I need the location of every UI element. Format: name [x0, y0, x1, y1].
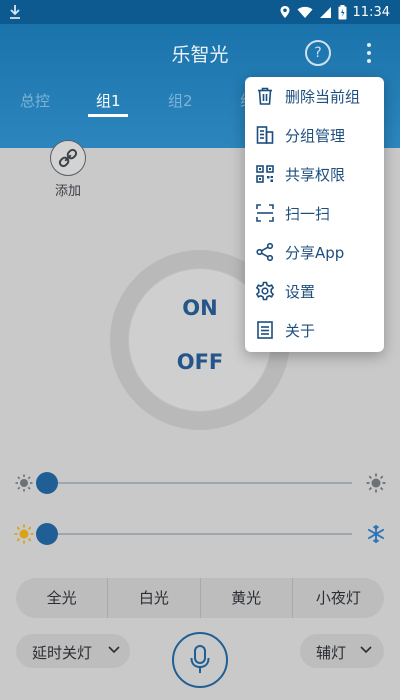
share-icon	[256, 242, 274, 262]
link-icon	[58, 148, 78, 168]
menu-item-share-permission[interactable]: 共享权限	[245, 155, 384, 194]
delay-off-dropdown[interactable]: 延时关灯	[16, 634, 130, 668]
menu-item-group-management[interactable]: 分组管理	[245, 116, 384, 155]
light-mode-selector: 全光 白光 黄光 小夜灯	[16, 578, 384, 618]
power-on-button[interactable]: ON	[160, 296, 240, 320]
warm-sun-icon	[14, 524, 34, 544]
brightness-slider[interactable]	[0, 468, 400, 498]
more-options-icon[interactable]	[362, 40, 376, 66]
menu-item-label: 扫一扫	[285, 205, 331, 223]
signal-icon	[319, 6, 331, 18]
color-temperature-knob[interactable]	[36, 523, 58, 545]
chevron-down-icon	[108, 646, 120, 654]
document-icon	[257, 321, 273, 339]
aux-light-dropdown[interactable]: 辅灯	[300, 634, 384, 668]
brightness-track[interactable]	[40, 482, 352, 484]
add-device-button[interactable]	[50, 140, 86, 176]
brightness-knob[interactable]	[36, 472, 58, 494]
tab-group-1[interactable]: 组1	[96, 90, 121, 111]
battery-icon	[338, 4, 347, 19]
mode-full-light[interactable]: 全光	[16, 578, 109, 618]
qr-code-icon	[256, 165, 274, 183]
menu-item-label: 删除当前组	[285, 88, 361, 106]
brightness-low-icon	[15, 474, 33, 492]
menu-item-scan[interactable]: 扫一扫	[245, 194, 384, 233]
mode-yellow-light[interactable]: 黄光	[201, 578, 293, 618]
menu-item-label: 关于	[285, 322, 316, 340]
scan-icon	[256, 204, 274, 222]
delay-off-label: 延时关灯	[32, 644, 93, 662]
power-off-button[interactable]: OFF	[160, 350, 240, 374]
menu-item-settings[interactable]: 设置	[245, 272, 384, 311]
tab-group-2[interactable]: 组2	[168, 90, 193, 111]
question-icon: ?	[314, 45, 322, 61]
building-icon	[256, 126, 274, 144]
options-menu: 删除当前组 分组管理 共享权限 扫一扫 分享App 设置 关于	[245, 77, 384, 352]
menu-item-label: 共享权限	[285, 166, 346, 184]
voice-control-button[interactable]	[172, 632, 228, 688]
location-icon	[280, 6, 290, 18]
menu-item-delete-group[interactable]: 删除当前组	[245, 77, 384, 116]
chevron-down-icon	[360, 646, 372, 654]
color-temperature-track[interactable]	[40, 533, 352, 535]
add-label: 添加	[54, 184, 81, 199]
wifi-icon	[297, 6, 313, 18]
download-icon	[10, 5, 20, 19]
trash-icon	[258, 87, 272, 105]
mode-white-light[interactable]: 白光	[108, 578, 201, 618]
color-temperature-slider[interactable]	[0, 519, 400, 549]
mode-night-light[interactable]: 小夜灯	[293, 578, 384, 618]
microphone-icon	[190, 645, 210, 673]
status-bar: 11:34	[0, 0, 400, 24]
menu-item-share-app[interactable]: 分享App	[245, 233, 384, 272]
brightness-high-icon	[366, 473, 386, 493]
menu-item-label: 设置	[285, 283, 316, 301]
tab-master[interactable]: 总控	[20, 90, 50, 111]
gear-icon	[255, 281, 275, 301]
menu-item-about[interactable]: 关于	[245, 311, 384, 350]
app-title: 乐智光	[171, 44, 229, 66]
aux-light-label: 辅灯	[316, 644, 347, 662]
menu-item-label: 分享App	[285, 244, 345, 262]
help-button[interactable]: ?	[305, 40, 331, 66]
clock: 11:34	[352, 4, 390, 20]
active-tab-indicator	[88, 114, 128, 117]
menu-item-label: 分组管理	[285, 127, 346, 145]
snowflake-icon	[367, 525, 385, 543]
